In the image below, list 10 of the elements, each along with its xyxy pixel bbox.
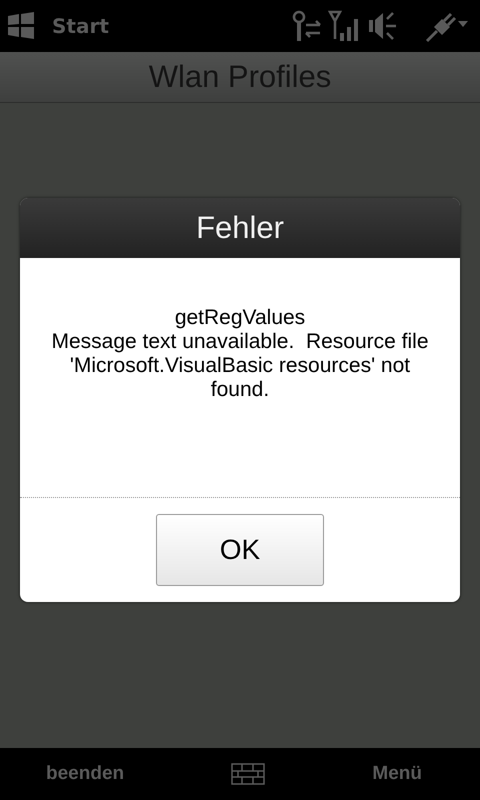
ok-button[interactable]: OK [156, 514, 324, 586]
dialog-title: Fehler [196, 210, 284, 246]
keyboard-icon[interactable] [231, 763, 266, 785]
start-label[interactable]: Start [52, 14, 109, 38]
left-soft-key[interactable]: beenden [46, 763, 124, 785]
message-text: Message text unavailable. Resource file 'Microsoft.VisualBasic resources' not found. [50, 330, 430, 402]
screen-title: Wlan Profiles [148, 59, 332, 95]
windows-flag-icon[interactable] [6, 11, 36, 41]
menu-soft-key[interactable]: Menü [372, 763, 422, 785]
message-title: getRegValues [174, 306, 306, 330]
